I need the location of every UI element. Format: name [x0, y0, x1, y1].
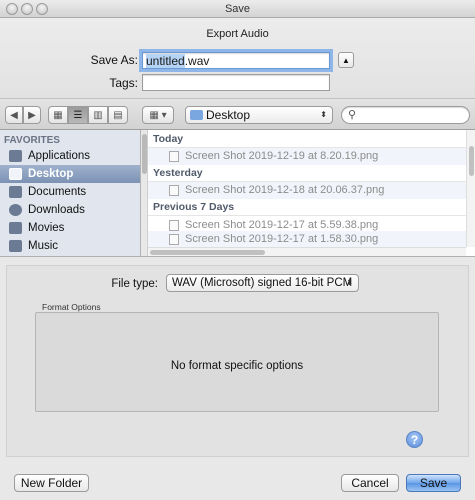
sidebar-item-music[interactable]: Music	[0, 237, 140, 255]
file-list-horizontal-scrollbar[interactable]	[148, 247, 466, 256]
sidebar-item-label: Downloads	[28, 204, 85, 216]
close-window-button[interactable]	[6, 3, 18, 15]
zoom-window-button[interactable]	[36, 3, 48, 15]
desktop-icon	[9, 168, 22, 180]
arrange-button[interactable]: ▦ ▾	[142, 106, 174, 124]
triangle-up-icon: ▲	[342, 55, 350, 65]
sidebar-item-label: Movies	[28, 222, 65, 234]
file-list-hscroll-thumb[interactable]	[150, 250, 265, 255]
location-popup[interactable]: Desktop ⬍	[185, 106, 333, 124]
downloads-icon	[9, 204, 22, 216]
list-view-button[interactable]: ☰	[68, 106, 88, 124]
sidebar-item-applications[interactable]: Applications	[0, 147, 140, 165]
file-row[interactable]: Screen Shot 2019-12-17 at 1.58.30.png	[148, 231, 466, 248]
back-button[interactable]: ◀	[5, 106, 23, 124]
sidebar-item-label: Desktop	[28, 168, 74, 180]
file-type-value: WAV (Microsoft) signed 16-bit PCM	[172, 277, 353, 289]
file-list-scroll-thumb[interactable]	[469, 146, 474, 176]
sidebar-item-downloads[interactable]: Downloads	[0, 201, 140, 219]
applications-icon	[9, 150, 22, 162]
group-header-previous-7-days: Previous 7 Days	[148, 199, 466, 216]
file-list-vertical-scrollbar[interactable]	[466, 130, 475, 247]
format-options-box: No format specific options	[35, 312, 439, 412]
chevron-left-icon: ◀	[10, 109, 18, 121]
sidebar-item-documents[interactable]: Documents	[0, 183, 140, 201]
expand-collapse-button[interactable]: ▲	[338, 52, 354, 68]
sidebar-item-label: Music	[28, 240, 59, 252]
filename-extension: .wav	[184, 54, 210, 68]
group-header-today: Today	[148, 131, 466, 148]
sidebar-item-movies[interactable]: Movies	[0, 219, 140, 237]
file-row[interactable]: Screen Shot 2019-12-19 at 8.20.19.png	[148, 148, 466, 165]
grid-icon: ▦	[53, 109, 63, 121]
save-as-input[interactable]: untitled.wav	[139, 49, 333, 72]
file-icon	[169, 234, 179, 245]
sidebar: FAVORITES Applications Desktop Documents…	[0, 130, 141, 256]
tags-label: Tags:	[109, 76, 138, 90]
sidebar-item-label: Applications	[28, 150, 91, 162]
format-options-label: Format Options	[42, 302, 101, 312]
file-name: Screen Shot 2019-12-18 at 20.06.37.png	[185, 184, 385, 196]
format-options-message: No format specific options	[170, 360, 304, 372]
sidebar-item-desktop[interactable]: Desktop	[0, 165, 140, 183]
file-icon	[169, 151, 179, 162]
file-list: Today Screen Shot 2019-12-19 at 8.20.19.…	[148, 130, 475, 256]
cancel-button[interactable]: Cancel	[341, 474, 399, 492]
save-as-label: Save As:	[90, 53, 138, 67]
forward-button[interactable]: ▶	[23, 106, 41, 124]
file-row[interactable]: Screen Shot 2019-12-18 at 20.06.37.png	[148, 182, 466, 199]
question-mark-icon: ?	[410, 433, 419, 447]
file-icon	[169, 220, 179, 231]
columns-icon: ▥	[93, 109, 103, 121]
window-title: Save	[224, 3, 251, 15]
updown-chevron-icon: ⬍	[320, 110, 327, 119]
file-type-popup[interactable]: WAV (Microsoft) signed 16-bit PCM ⬍	[166, 274, 359, 292]
search-input[interactable]: ⚲	[341, 106, 470, 124]
list-icon: ☰	[73, 109, 83, 121]
coverflow-icon: ▤	[113, 109, 123, 121]
file-icon	[169, 185, 179, 196]
tags-input[interactable]	[142, 74, 330, 91]
folder-icon	[190, 110, 203, 120]
window-titlebar: Save	[0, 0, 475, 18]
chevron-right-icon: ▶	[28, 109, 36, 121]
sidebar-item-label: Documents	[28, 186, 87, 198]
filename-selected-text: untitled	[146, 54, 185, 68]
sidebar-scrollbar[interactable]	[141, 130, 148, 256]
minimize-window-button[interactable]	[21, 3, 33, 15]
group-header-yesterday: Yesterday	[148, 165, 466, 182]
updown-chevron-icon: ⬍	[346, 278, 353, 287]
sidebar-scroll-thumb[interactable]	[142, 134, 147, 174]
music-icon	[9, 240, 22, 252]
location-value: Desktop	[206, 108, 251, 122]
search-icon: ⚲	[348, 109, 357, 121]
help-button[interactable]: ?	[406, 431, 423, 448]
arrange-icon: ▦ ▾	[149, 109, 167, 121]
dialog-subtitle: Export Audio	[206, 28, 269, 40]
save-button[interactable]: Save	[406, 474, 461, 492]
file-name: Screen Shot 2019-12-17 at 5.59.38.png	[185, 219, 379, 231]
sidebar-heading: FAVORITES	[4, 135, 60, 146]
file-name: Screen Shot 2019-12-19 at 8.20.19.png	[185, 150, 379, 162]
coverflow-view-button[interactable]: ▤	[108, 106, 128, 124]
movies-icon	[9, 222, 22, 234]
new-folder-button[interactable]: New Folder	[14, 474, 89, 492]
browser-toolbar: ◀ ▶ ▦ ☰ ▥ ▤ ▦ ▾ Desktop ⬍ ⚲	[0, 98, 475, 130]
file-type-label: File type:	[111, 278, 158, 290]
documents-icon	[9, 186, 22, 198]
column-view-button[interactable]: ▥	[88, 106, 108, 124]
file-name: Screen Shot 2019-12-17 at 1.58.30.png	[185, 233, 379, 245]
icon-view-button[interactable]: ▦	[48, 106, 68, 124]
